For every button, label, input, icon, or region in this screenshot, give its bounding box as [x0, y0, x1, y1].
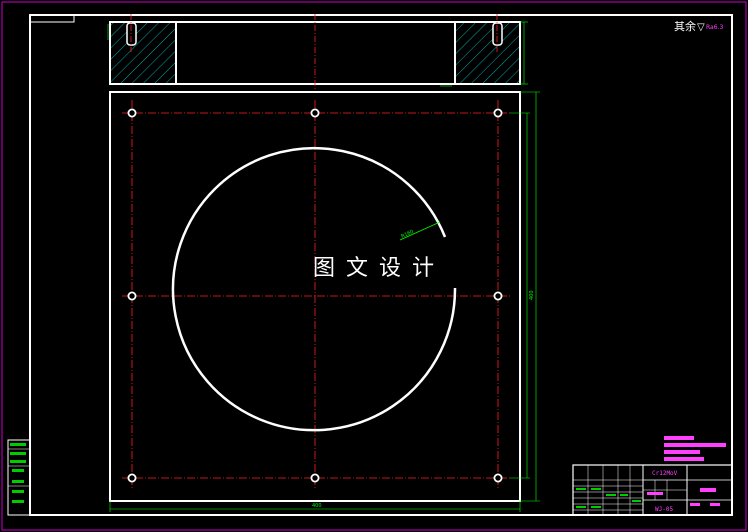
bolt-hole: [493, 108, 503, 118]
section-slot-right: [492, 22, 503, 46]
cad-drawing-canvas[interactable]: 其余 ▽ Ra6.3 R160 400 400 图 文 设 计 Cr12MoV …: [0, 0, 748, 532]
section-hatch-left: [111, 23, 176, 83]
section-hatch-right: [455, 23, 519, 83]
left-strip-labels: [8, 443, 30, 503]
plan-view: R160 400 400: [109, 91, 540, 512]
bolt-hole: [127, 291, 137, 301]
arc-label: R160: [400, 229, 414, 240]
section-view: [107, 14, 528, 92]
title-block-notes: [664, 436, 726, 461]
section-slot-left: [126, 22, 137, 46]
bolt-hole: [127, 473, 137, 483]
frame-corner-mark: [29, 15, 75, 23]
roughness-value: Ra6.3: [706, 24, 723, 31]
bolt-hole: [493, 473, 503, 483]
dimension-overall-height: 400: [529, 290, 535, 300]
bolt-hole: [310, 473, 320, 483]
dimension-overall-width: 400: [312, 503, 322, 509]
watermark-text: 图 文 设 计: [313, 256, 436, 281]
roughness-note: 其余: [674, 19, 696, 33]
bolt-hole: [310, 108, 320, 118]
bore-arc: [171, 146, 457, 432]
bolt-hole: [127, 108, 137, 118]
drawing-number-label: WJ-05: [655, 506, 673, 513]
roughness-symbol: ▽: [697, 22, 705, 33]
bolt-hole: [493, 291, 503, 301]
left-strip: [7, 439, 31, 516]
material-label: Cr12MoV: [652, 470, 678, 477]
